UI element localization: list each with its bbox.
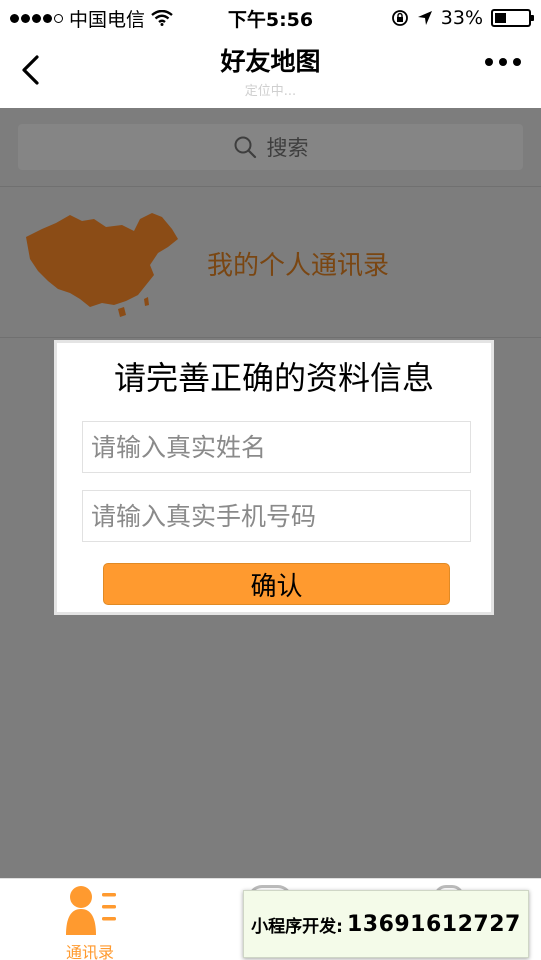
battery-percent: 33% [440, 7, 483, 29]
location-arrow-icon [417, 11, 432, 25]
promo-phone-number: 13691612727 [346, 911, 521, 937]
battery-icon [491, 9, 534, 27]
wifi-icon [151, 10, 173, 26]
contacts-icon [66, 886, 116, 935]
battery-fill [495, 13, 506, 23]
rotation-lock-icon [391, 10, 408, 26]
tab-contacts-label: 通讯录 [65, 943, 114, 960]
page-subtitle: 定位中... [244, 84, 297, 99]
divider [0, 337, 541, 338]
search-placeholder: 搜索 [266, 136, 309, 160]
contacts-entry-label: 我的个人通讯录 [207, 251, 390, 281]
carrier-name: 中国电信 [69, 8, 146, 31]
dialog-title: 请完善正确的资料信息 [113, 359, 434, 397]
real-name-input[interactable] [82, 421, 471, 473]
more-options-icon[interactable] [485, 58, 521, 66]
search-icon [234, 136, 256, 159]
profile-info-dialog: 请完善正确的资料信息 确认 [54, 340, 494, 615]
status-bar: 中国电信 下午5:56 33% [0, 0, 541, 36]
contacts-entry[interactable]: 我的个人通讯录 [0, 187, 541, 337]
page-title: 好友地图 [220, 47, 321, 76]
signal-strength-icon [10, 13, 63, 23]
nav-bar: 好友地图 定位中... [0, 36, 541, 108]
china-map-icon [26, 213, 178, 317]
promo-banner: 小程序开发: 13691612727 [243, 890, 529, 958]
tab-contacts[interactable]: 通讯录 [0, 879, 180, 960]
status-left: 中国电信 [10, 5, 173, 32]
promo-label: 小程序开发: [251, 916, 343, 937]
confirm-button[interactable]: 确认 [103, 563, 450, 605]
search-bar[interactable]: 搜索 [18, 124, 523, 170]
status-right: 33% [391, 7, 534, 29]
phone-number-input[interactable] [82, 490, 471, 542]
